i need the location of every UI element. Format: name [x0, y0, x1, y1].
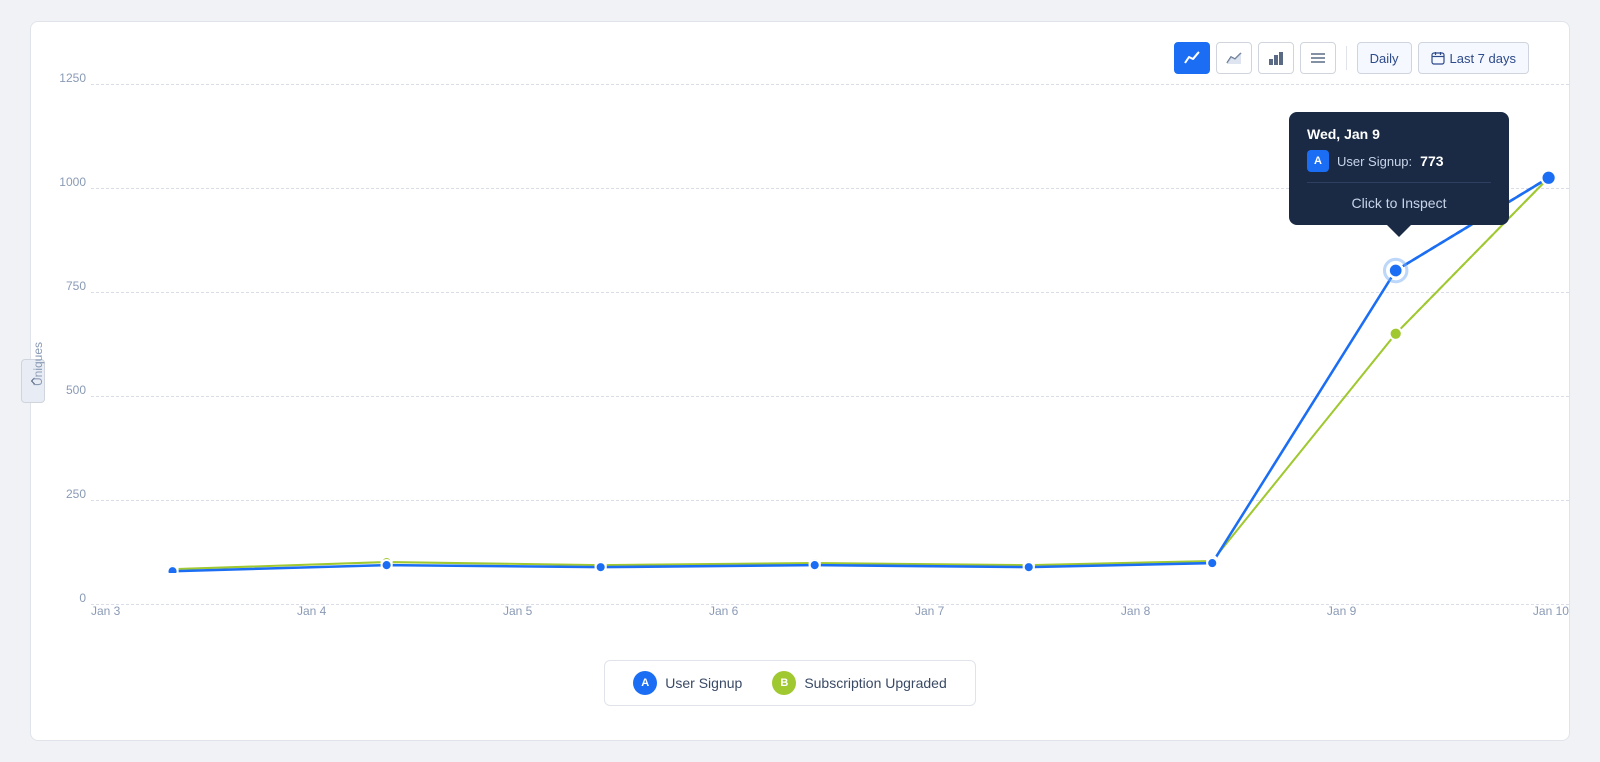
- toolbar: Daily Last 7 days: [41, 42, 1539, 74]
- x-label-jan5: Jan 5: [503, 604, 532, 644]
- tooltip-event-row: A User Signup: 773: [1307, 150, 1491, 172]
- series-b-line: [173, 178, 1549, 569]
- bar-chart-btn[interactable]: [1258, 42, 1294, 74]
- tooltip-badge: A: [1307, 150, 1329, 172]
- series-a-dot-jan8[interactable]: [1207, 558, 1217, 568]
- tooltip-event-label: User Signup:: [1337, 154, 1412, 169]
- line-chart-btn[interactable]: [1174, 42, 1210, 74]
- x-label-jan3: Jan 3: [91, 604, 120, 644]
- series-a-dot-jan7[interactable]: [1024, 562, 1034, 572]
- chart-container: Daily Last 7 days ‹ Uniques 1250 1000: [30, 21, 1570, 741]
- legend-badge-b: B: [772, 671, 796, 695]
- series-a-line: [173, 178, 1549, 571]
- x-label-jan4: Jan 4: [297, 604, 326, 644]
- series-a-dot-jan3[interactable]: [167, 566, 177, 573]
- series-a-dot-jan5[interactable]: [596, 562, 606, 572]
- series-a-dot-jan10[interactable]: [1541, 171, 1555, 185]
- x-label-jan8: Jan 8: [1121, 604, 1150, 644]
- tooltip-date: Wed, Jan 9: [1307, 126, 1491, 142]
- legend: A User Signup B Subscription Upgraded: [41, 660, 1539, 706]
- x-labels: Jan 3 Jan 4 Jan 5 Jan 6 Jan 7 Jan 8 Jan …: [91, 604, 1569, 644]
- y-axis-label: Uniques: [31, 342, 45, 386]
- calendar-icon: [1431, 51, 1445, 65]
- x-label-jan6: Jan 6: [709, 604, 738, 644]
- series-b-dot-jan9[interactable]: [1390, 328, 1402, 340]
- legend-badge-a: A: [633, 671, 657, 695]
- tooltip-divider: [1307, 182, 1491, 183]
- legend-item-b[interactable]: B Subscription Upgraded: [772, 671, 946, 695]
- tooltip-arrow: [1387, 225, 1411, 237]
- legend-box: A User Signup B Subscription Upgraded: [604, 660, 975, 706]
- legend-label-a: User Signup: [665, 675, 742, 691]
- daily-btn[interactable]: Daily: [1357, 42, 1412, 74]
- table-btn[interactable]: [1300, 42, 1336, 74]
- chart-tooltip[interactable]: Wed, Jan 9 A User Signup: 773 Click to I…: [1289, 112, 1509, 225]
- series-a-dot-jan6[interactable]: [810, 560, 820, 570]
- x-label-jan7: Jan 7: [915, 604, 944, 644]
- legend-label-b: Subscription Upgraded: [804, 675, 946, 691]
- x-label-jan10: Jan 10: [1533, 604, 1569, 644]
- series-a-dot-jan9[interactable]: [1389, 263, 1403, 277]
- area-chart-btn[interactable]: [1216, 42, 1252, 74]
- x-label-jan9: Jan 9: [1327, 604, 1356, 644]
- chart-area: Uniques 1250 1000 750 500 250: [71, 84, 1569, 644]
- tooltip-event-value: 773: [1420, 153, 1443, 169]
- toolbar-separator: [1346, 46, 1347, 70]
- series-a-dot-jan4[interactable]: [382, 560, 392, 570]
- legend-item-a[interactable]: A User Signup: [633, 671, 742, 695]
- tooltip-inspect[interactable]: Click to Inspect: [1307, 191, 1491, 211]
- date-range-btn[interactable]: Last 7 days: [1418, 42, 1530, 74]
